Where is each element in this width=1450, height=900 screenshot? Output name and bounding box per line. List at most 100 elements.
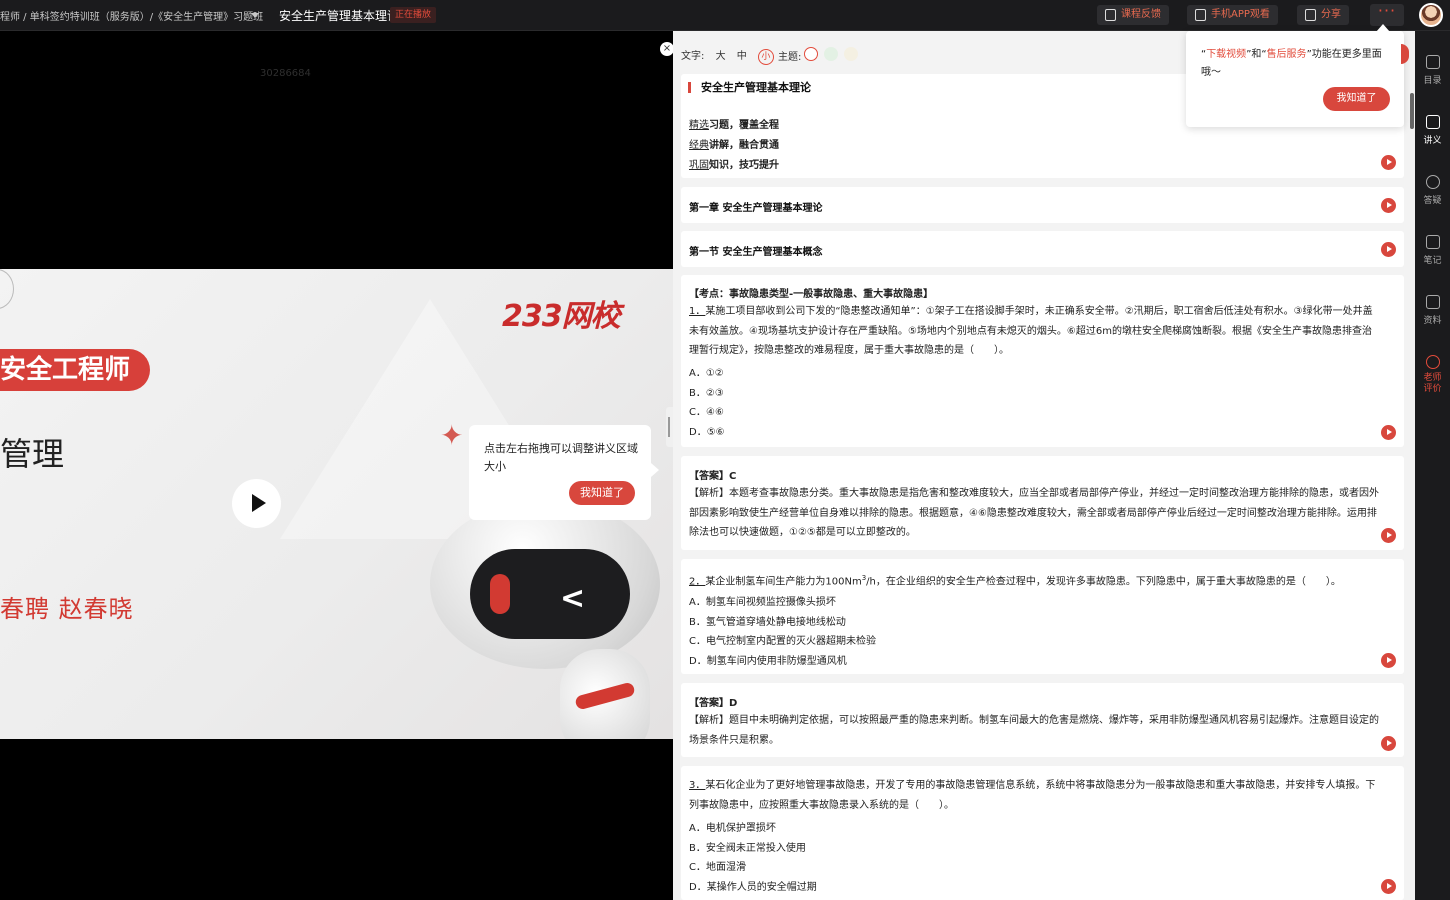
right-rail: 目录 讲义 答疑 笔记 资料 老师评价: [1415, 31, 1450, 900]
intro-line: 巩固知识，技巧提升: [689, 156, 779, 171]
resize-tip-text: 点击左右拖拽可以调整讲义区域大小: [484, 442, 638, 473]
play-icon[interactable]: [1381, 879, 1396, 894]
intro-line: 经典讲解，融合贯通: [689, 136, 779, 151]
lecture-notes-panel[interactable]: 文字: 大 中 小 主题: 安全生产管理基本理论 精选习题，覆盖全程 经典讲解，…: [673, 31, 1415, 900]
slide-subject-text: 管理: [0, 435, 65, 473]
now-playing-badge: 正在播放: [390, 7, 437, 23]
analysis-text: 【解析】本题考查事故隐患分类。重大事故隐患是指危害和整改难度较大，应当全部或者局…: [689, 488, 1379, 539]
resize-tip-popup: 点击左右拖拽可以调整讲义区域大小 我知道了: [469, 425, 659, 520]
robot-eye-chevron: <: [560, 581, 586, 616]
more-features-ok-button[interactable]: 我知道了: [1323, 87, 1390, 111]
more-features-text: “下载视频”和“售后服务”功能在更多里面哦～: [1201, 49, 1382, 78]
theme-green-swatch[interactable]: [824, 47, 838, 61]
answer-text: 【答案】D: [689, 698, 738, 709]
theme-label: 主题:: [778, 52, 802, 63]
question-option: B．②③: [689, 388, 724, 399]
rail-item-notes[interactable]: 讲义: [1415, 115, 1450, 146]
chevron-down-icon[interactable]: [251, 13, 259, 18]
question-option: A．电机保护罩损坏: [689, 823, 776, 834]
play-icon[interactable]: [1381, 198, 1396, 213]
robot-eye: [490, 574, 510, 614]
rail-item-catalog[interactable]: 目录: [1415, 55, 1450, 86]
rail-item-label: 答疑: [1423, 196, 1442, 206]
app-watch-button[interactable]: 手机APP观看: [1187, 5, 1278, 25]
share-button[interactable]: 分享: [1297, 5, 1349, 25]
font-size-medium-button[interactable]: 中: [737, 51, 747, 62]
question-option: A．①②: [689, 368, 724, 379]
theme-white-swatch[interactable]: [804, 47, 818, 61]
notebook-icon: [1425, 235, 1440, 249]
chapter-title: 第一章 安全生产管理基本理论: [689, 203, 823, 214]
play-icon[interactable]: [1381, 155, 1396, 170]
question-card: 3．某石化企业为了更好地管理事故隐患，开发了专用的事故隐患管理信息系统，系统中将…: [681, 766, 1404, 900]
question-number: 3．: [689, 780, 706, 791]
section-title: 第一节 安全生产管理基本概念: [689, 247, 823, 258]
answer-card: 【答案】D 【解析】题目中未明确判定依据，可以按照最严重的隐患来判断。制氢车间最…: [681, 683, 1404, 757]
phone-icon: [1195, 9, 1206, 21]
font-size-controls: 文字: 大 中 小: [681, 47, 782, 65]
theme-beige-swatch[interactable]: [844, 47, 858, 61]
question-option: C．④⑥: [689, 407, 724, 418]
question-number: 2．: [689, 576, 706, 588]
question-option: B．氢气管道穿墙处静电接地线松动: [689, 617, 846, 628]
rail-item-teacher-rating[interactable]: 老师评价: [1415, 355, 1450, 395]
close-icon[interactable]: ×: [660, 42, 674, 56]
id-watermark: 30286684: [260, 68, 311, 79]
question-option: D．⑤⑥: [689, 427, 725, 438]
share-label: 分享: [1321, 9, 1341, 20]
chat-bubble-icon: [1425, 355, 1440, 369]
analysis-text: 【解析】题目中未明确判定依据，可以按照最严重的隐患来判断。制氢车间最大的危害是燃…: [689, 715, 1379, 746]
question-option: D．制氢车间内使用非防爆型通风机: [689, 656, 847, 667]
question-topic: 【考点：事故隐患类型-一般事故隐患、重大事故隐患】: [689, 289, 934, 300]
brand-logo: 233网校: [502, 299, 621, 334]
font-size-label: 文字:: [681, 51, 705, 62]
question-stem-text-cont: /h，在企业组织的安全生产检查过程中，发现许多事故隐患。下列隐患中，属于重大事故…: [866, 576, 1341, 588]
question-stem-text: 某企业制氢车间生产能力为100Nm: [705, 576, 862, 588]
section-card: 第一节 安全生产管理基本概念: [681, 231, 1404, 267]
slide-teachers: 春聘 赵春晓: [0, 595, 134, 623]
play-icon[interactable]: [1381, 242, 1396, 257]
decorative-circle: [0, 269, 14, 309]
notes-icon: [1425, 115, 1440, 129]
play-icon[interactable]: [1381, 425, 1396, 440]
intro-line-keyword: 精选: [689, 120, 709, 131]
rail-item-qa[interactable]: 答疑: [1415, 175, 1450, 206]
question-stem-text: 某施工项目部收到公司下发的“隐患整改通知单”：①架子工在搭设脚手架时，未正确系安…: [689, 306, 1373, 357]
play-icon[interactable]: [1381, 528, 1396, 543]
rail-item-memo[interactable]: 笔记: [1415, 235, 1450, 266]
question-stem: 1．某施工项目部收到公司下发的“隐患整改通知单”：①架子工在搭设脚手架时，未正确…: [689, 302, 1381, 361]
play-icon[interactable]: [1381, 653, 1396, 668]
intro-line-keyword: 经典: [689, 140, 709, 151]
rail-item-label: 笔记: [1423, 256, 1442, 266]
question-card: 2．某企业制氢车间生产能力为100Nm3/h，在企业组织的安全生产检查过程中，发…: [681, 559, 1404, 674]
now-playing-title: 安全生产管理基本理论: [279, 9, 400, 23]
rail-item-label: 讲义: [1423, 136, 1442, 146]
rail-item-label: 老师评价: [1423, 373, 1442, 394]
avatar[interactable]: [1419, 3, 1443, 27]
scrollbar[interactable]: [1410, 93, 1414, 129]
question-option: B．安全阀未正常投入使用: [689, 843, 806, 854]
app-watch-label: 手机APP观看: [1211, 9, 1270, 20]
rail-item-label: 目录: [1423, 76, 1442, 86]
course-feedback-button[interactable]: 课程反馈: [1097, 5, 1169, 25]
play-icon[interactable]: [1381, 736, 1396, 751]
rail-item-materials[interactable]: 资料: [1415, 295, 1450, 326]
font-size-large-button[interactable]: 大: [716, 51, 726, 62]
font-size-small-button[interactable]: 小: [757, 49, 774, 65]
more-button[interactable]: ···: [1370, 3, 1404, 26]
answer-card: 【答案】C 【解析】本题考查事故隐患分类。重大事故隐患是指危害和整改难度较大，应…: [681, 456, 1404, 550]
breadcrumb[interactable]: 程师 / 单科签约特训班（服务版）/《安全生产管理》习题班: [0, 8, 263, 23]
chapter-card: 第一章 安全生产管理基本理论: [681, 187, 1404, 223]
question-option: C．地面湿滑: [689, 862, 746, 873]
slide-course-pill: 安全工程师: [0, 349, 150, 391]
question-option: A．制氢车间视频监控摄像头损坏: [689, 597, 836, 608]
panel-drag-handle[interactable]: [666, 407, 673, 447]
top-bar: 程师 / 单科签约特训班（服务版）/《安全生产管理》习题班 安全生产管理基本理论…: [0, 0, 1450, 31]
intro-line-text: 知识，技巧提升: [709, 160, 779, 171]
question-number: 1．: [689, 306, 706, 317]
play-icon[interactable]: [232, 479, 281, 528]
resize-tip-ok-button[interactable]: 我知道了: [569, 481, 635, 505]
question-card: 【考点：事故隐患类型-一般事故隐患、重大事故隐患】 1．某施工项目部收到公司下发…: [681, 275, 1404, 447]
share-icon: [1305, 9, 1316, 21]
intro-line-text: 习题，覆盖全程: [709, 120, 779, 131]
